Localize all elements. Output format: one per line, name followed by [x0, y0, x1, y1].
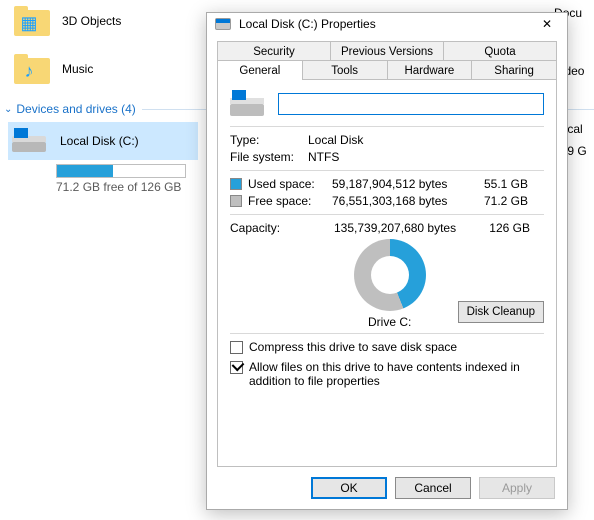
- index-label: Allow files on this drive to have conten…: [249, 360, 544, 388]
- used-bytes: 59,187,904,512 bytes: [332, 177, 478, 191]
- type-label: Type:: [230, 133, 308, 147]
- used-color-swatch: [230, 178, 242, 190]
- dialog-button-row: OK Cancel Apply: [207, 467, 567, 509]
- folder-label: Music: [62, 62, 93, 76]
- ok-button[interactable]: OK: [311, 477, 387, 499]
- dialog-title: Local Disk (C:) Properties: [239, 17, 533, 31]
- used-gb: 55.1 GB: [478, 177, 528, 191]
- titlebar[interactable]: Local Disk (C:) Properties ✕: [207, 13, 567, 35]
- drive-usage-bar: [56, 164, 186, 178]
- chevron-down-icon: ⌄: [4, 104, 12, 115]
- free-color-swatch: [230, 195, 242, 207]
- folder-music-icon: ♪: [14, 54, 50, 84]
- drive-large-icon: [230, 90, 264, 118]
- close-button[interactable]: ✕: [533, 14, 561, 34]
- tab-tools[interactable]: Tools: [302, 60, 388, 80]
- filesystem-value: NTFS: [308, 150, 339, 164]
- capacity-gb: 126 GB: [480, 221, 530, 235]
- folder-label: 3D Objects: [62, 14, 121, 28]
- disk-cleanup-button[interactable]: Disk Cleanup: [458, 301, 544, 323]
- properties-dialog: Local Disk (C:) Properties ✕ Security Pr…: [206, 12, 568, 510]
- folder-3d-icon: ▦: [14, 6, 50, 36]
- tab-panel-general: Type:Local Disk File system:NTFS Used sp…: [217, 79, 557, 467]
- free-gb: 71.2 GB: [478, 194, 528, 208]
- tab-security[interactable]: Security: [217, 41, 331, 61]
- close-icon: ✕: [542, 17, 552, 31]
- capacity-bytes: 135,739,207,680 bytes: [334, 221, 480, 235]
- checkbox-icon: [230, 341, 243, 354]
- compress-checkbox-row[interactable]: Compress this drive to save disk space: [230, 340, 544, 354]
- drive-item-c[interactable]: Local Disk (C:): [8, 122, 198, 160]
- section-label: Devices and drives (4): [16, 102, 135, 116]
- drive-label-input[interactable]: [278, 93, 544, 115]
- used-label: Used space:: [248, 177, 332, 191]
- cancel-button[interactable]: Cancel: [395, 477, 471, 499]
- apply-button[interactable]: Apply: [479, 477, 555, 499]
- drive-caption: Drive C:: [368, 315, 411, 329]
- free-bytes: 76,551,303,168 bytes: [332, 194, 478, 208]
- tab-hardware[interactable]: Hardware: [387, 60, 473, 80]
- drive-icon: [215, 18, 231, 30]
- tab-previous-versions[interactable]: Previous Versions: [330, 41, 444, 61]
- tab-quota[interactable]: Quota: [443, 41, 557, 61]
- filesystem-label: File system:: [230, 150, 308, 164]
- type-value: Local Disk: [308, 133, 363, 147]
- index-checkbox-row[interactable]: Allow files on this drive to have conten…: [230, 360, 544, 388]
- tab-sharing[interactable]: Sharing: [471, 60, 557, 80]
- free-label: Free space:: [248, 194, 332, 208]
- tab-general[interactable]: General: [217, 60, 303, 80]
- usage-pie-chart: [354, 239, 426, 311]
- checkbox-checked-icon: [230, 361, 243, 374]
- drive-icon: [10, 126, 50, 156]
- capacity-label: Capacity:: [230, 221, 334, 235]
- drive-name: Local Disk (C:): [60, 134, 139, 148]
- compress-label: Compress this drive to save disk space: [249, 340, 457, 354]
